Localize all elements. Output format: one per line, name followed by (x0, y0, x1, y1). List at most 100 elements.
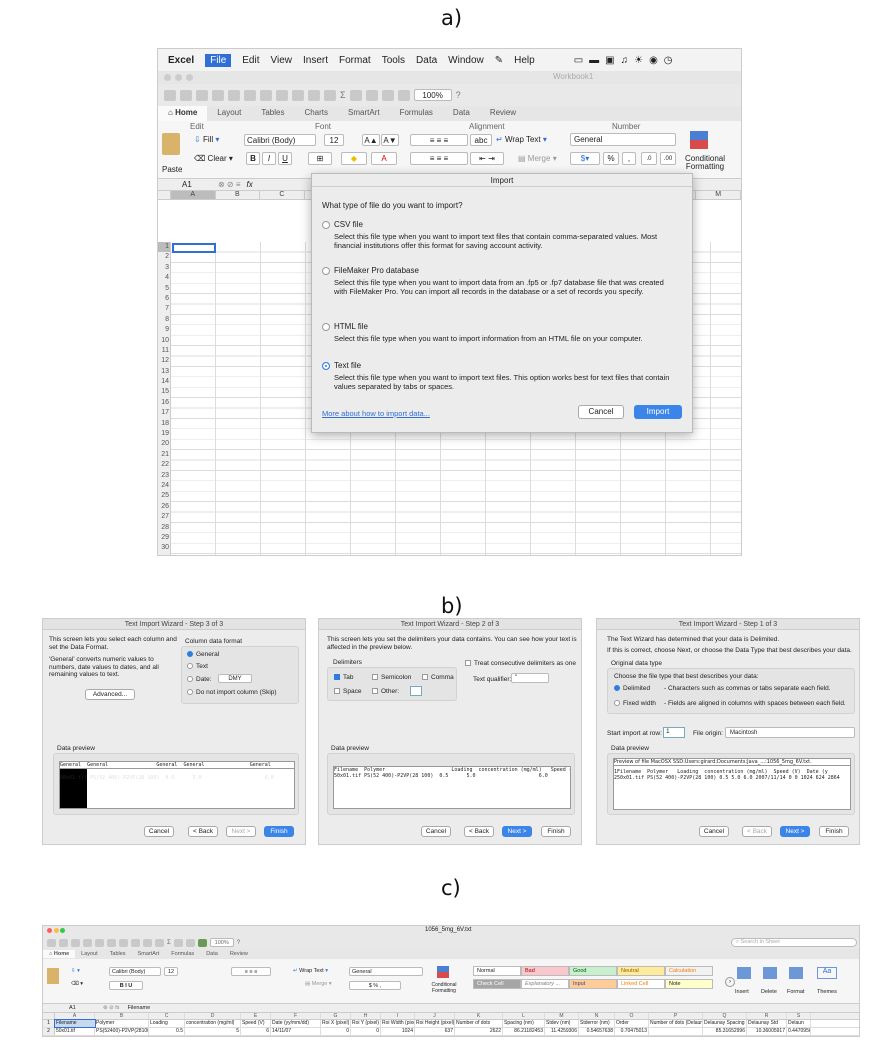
menu-edit[interactable]: Edit (242, 55, 259, 66)
zoom-field-c[interactable]: 100% (209, 938, 234, 947)
paste-label[interactable]: Paste (162, 165, 182, 174)
menu-window[interactable]: Window (448, 55, 484, 66)
formula-content[interactable]: Filename (128, 1005, 151, 1011)
row-header[interactable]: 16 (158, 398, 170, 408)
row-header[interactable]: 1 (43, 1020, 55, 1027)
tab-smartart-c[interactable]: SmartArt (132, 950, 166, 958)
row1-cell[interactable]: Delaunay Spacing (nm) (703, 1020, 747, 1027)
format-skip[interactable]: Do not import column (Skip) (187, 689, 277, 696)
style-normal[interactable]: Normal (473, 966, 521, 976)
row-header[interactable]: 22 (158, 460, 170, 470)
italic-button[interactable]: I (262, 152, 276, 165)
row1-cell[interactable]: Spacing (nm) (503, 1020, 545, 1027)
window-controls[interactable] (164, 74, 197, 83)
column-header[interactable]: L (503, 1013, 545, 1019)
column-header[interactable]: M (545, 1013, 579, 1019)
wrap-text-button[interactable]: ↵ Wrap Text ▾ (496, 135, 547, 144)
clear-button[interactable]: ⌫ Clear ▾ (194, 154, 233, 163)
row-header[interactable]: 10 (158, 336, 170, 346)
tab-smartart[interactable]: SmartArt (338, 106, 390, 121)
fixed-radio[interactable] (614, 700, 620, 707)
space-checkbox[interactable] (334, 688, 340, 695)
styles-more-icon[interactable]: › (725, 977, 735, 987)
cancel-button[interactable]: Cancel (421, 826, 451, 837)
row2-cell[interactable]: 637 (415, 1028, 455, 1035)
tab-charts[interactable]: Charts (294, 106, 338, 121)
tab-data-c[interactable]: Data (200, 950, 224, 958)
tab-review[interactable]: Review (480, 106, 526, 121)
row1-cell[interactable]: Speed (V) (241, 1020, 271, 1027)
row-header[interactable]: 14 (158, 377, 170, 387)
tab-layout[interactable]: Layout (207, 106, 251, 121)
import-button[interactable]: Import (634, 405, 682, 419)
select-all[interactable] (43, 1013, 55, 1019)
tab-review-c[interactable]: Review (224, 950, 254, 958)
other-input[interactable] (410, 686, 422, 696)
text-orientation-button[interactable]: abc (470, 134, 492, 146)
row-header[interactable]: 20 (158, 439, 170, 449)
formula-icons[interactable]: ⊗ ⊘ ≡ (218, 180, 241, 189)
delim-tab[interactable]: Tab (334, 674, 353, 681)
menu-help[interactable]: Help (514, 55, 535, 66)
underline-button[interactable]: U (278, 152, 292, 165)
font-size-select[interactable]: 12 (324, 134, 344, 146)
sort-icon[interactable] (173, 938, 183, 947)
date-format-select[interactable]: DMY (218, 674, 252, 683)
row-header[interactable]: 30 (158, 543, 170, 553)
number-format-select-c[interactable]: General (349, 967, 423, 976)
wrap-text-button-c[interactable]: ↵ Wrap Text ▾ (293, 968, 328, 974)
comma-button[interactable]: , (622, 152, 636, 165)
row-header[interactable]: 9 (158, 325, 170, 335)
sheet-search-input[interactable]: ⌕ Search in Sheet (731, 938, 857, 947)
back-button[interactable]: < Back (742, 826, 772, 837)
percent-button[interactable]: % (603, 152, 619, 165)
general-radio[interactable] (187, 651, 193, 658)
row2-cell[interactable]: 11.4259306 (545, 1028, 579, 1035)
autosum-icon[interactable]: Σ (167, 940, 171, 946)
row2-cell[interactable]: 86.21182453 (503, 1028, 545, 1035)
cut-icon[interactable] (107, 938, 116, 947)
format-date[interactable]: Date: (187, 676, 212, 683)
style-explanatory[interactable]: Explanatory ... (521, 979, 569, 989)
row1-cell[interactable]: Delaunay Std (747, 1020, 787, 1027)
row-header[interactable]: 4 (158, 273, 170, 283)
row2-cell[interactable]: 0 (351, 1028, 381, 1035)
conditional-formatting-icon-c[interactable] (437, 966, 449, 978)
column-header[interactable]: S (787, 1013, 811, 1019)
menu-tools[interactable]: Tools (382, 55, 405, 66)
finish-button[interactable]: Finish (819, 826, 849, 837)
format-text[interactable]: Text (187, 663, 208, 670)
row-header[interactable]: 2 (43, 1028, 55, 1035)
format-general[interactable]: General (187, 651, 219, 658)
row2-cell[interactable]: 85.31652996 (703, 1028, 747, 1035)
tab-data[interactable]: Data (443, 106, 480, 121)
row-header[interactable]: 25 (158, 491, 170, 501)
row1-cell[interactable]: Order (615, 1020, 649, 1027)
option-html[interactable]: HTML file Select this file type when you… (322, 322, 679, 343)
row-header[interactable]: 28 (158, 523, 170, 533)
toolbox-icon[interactable] (397, 89, 410, 101)
date-radio[interactable] (187, 676, 193, 683)
column-header[interactable]: B (95, 1013, 149, 1019)
gallery-icon[interactable] (197, 938, 207, 947)
row2-cell[interactable]: 14/11/07 (271, 1028, 321, 1035)
option-filemaker[interactable]: FileMaker Pro database Select this file … (322, 266, 679, 296)
clear-button-c[interactable]: ⌫ ▾ (71, 981, 83, 987)
row-header[interactable]: 26 (158, 502, 170, 512)
next-button[interactable]: Next > (226, 826, 256, 837)
row2-cell[interactable]: 1024 (381, 1028, 415, 1035)
type-fixed[interactable]: Fixed width (614, 700, 656, 707)
number-buttons-c[interactable]: $ % , (349, 981, 401, 990)
column-header[interactable]: G (321, 1013, 351, 1019)
cut-icon[interactable] (244, 89, 256, 101)
tab-tables-c[interactable]: Tables (104, 950, 132, 958)
paste-icon[interactable] (276, 89, 288, 101)
delim-semicolon[interactable]: Semicolon (372, 674, 411, 681)
autosum-icon[interactable]: Σ (340, 90, 346, 100)
filter-icon[interactable] (185, 938, 195, 947)
row1-cell[interactable]: Roi Y (pixel) (351, 1020, 381, 1027)
row2-cell[interactable]: 0.54657638 (579, 1028, 615, 1035)
row1-cell[interactable]: Date (yy/mm/dd) (271, 1020, 321, 1027)
align-buttons-c[interactable]: ≡ ≡ ≡ (231, 967, 271, 976)
html-radio[interactable] (322, 323, 330, 331)
